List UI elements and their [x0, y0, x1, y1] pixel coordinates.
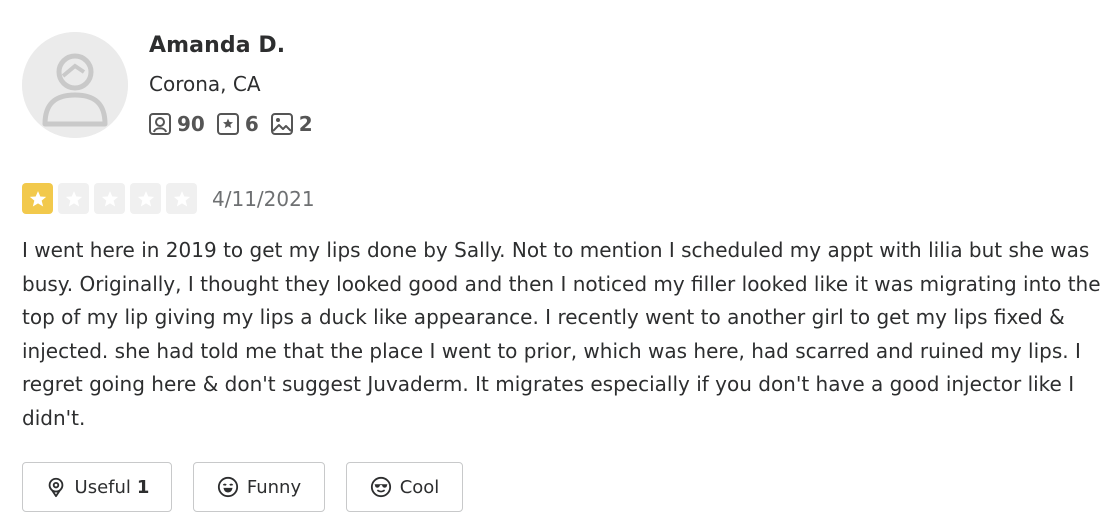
reviews-count: 6	[244, 112, 259, 136]
rating-star-5	[166, 183, 197, 214]
cool-button[interactable]: Cool	[346, 462, 463, 512]
friends-icon	[149, 113, 171, 135]
reviews-stat: 6	[216, 112, 259, 136]
sunglasses-face-icon	[370, 476, 391, 498]
useful-button[interactable]: Useful 1	[22, 462, 172, 512]
funny-label: Funny	[246, 476, 302, 498]
friends-stat: 90	[148, 112, 205, 136]
cool-label: Cool	[399, 476, 440, 498]
laughing-face-icon	[217, 476, 238, 498]
rating-star-2	[58, 183, 89, 214]
photos-count: 2	[298, 112, 313, 136]
rating-row: 4/11/2021	[22, 183, 315, 214]
friends-count: 90	[177, 112, 205, 136]
rating-star-1	[22, 183, 53, 214]
default-user-avatar-icon	[22, 32, 128, 138]
review-card: Amanda D. Corona, CA 90 6 2 4/11/2021 I …	[0, 0, 1106, 513]
user-name[interactable]: Amanda D.	[149, 33, 285, 58]
star-icon	[29, 190, 46, 206]
lightbulb-icon	[48, 477, 63, 498]
user-stats: 90 6 2	[148, 112, 324, 136]
user-avatar[interactable]	[22, 32, 128, 138]
photos-stat: 2	[270, 112, 313, 136]
star-review-icon	[216, 113, 239, 135]
review-date: 4/11/2021	[212, 186, 315, 211]
funny-button[interactable]: Funny	[193, 462, 325, 512]
useful-label: Useful	[74, 476, 131, 498]
rating-star-4	[130, 183, 161, 214]
star-icon	[65, 190, 82, 206]
review-actions: Useful 1 Funny Cool	[22, 462, 484, 512]
useful-count: 1	[136, 476, 150, 498]
star-icon	[137, 190, 154, 206]
photo-icon	[270, 113, 293, 135]
user-location: Corona, CA	[149, 72, 261, 96]
review-text: I went here in 2019 to get my lips done …	[22, 238, 1101, 430]
star-icon	[101, 190, 118, 206]
star-icon	[173, 190, 190, 206]
rating-star-3	[94, 183, 125, 214]
